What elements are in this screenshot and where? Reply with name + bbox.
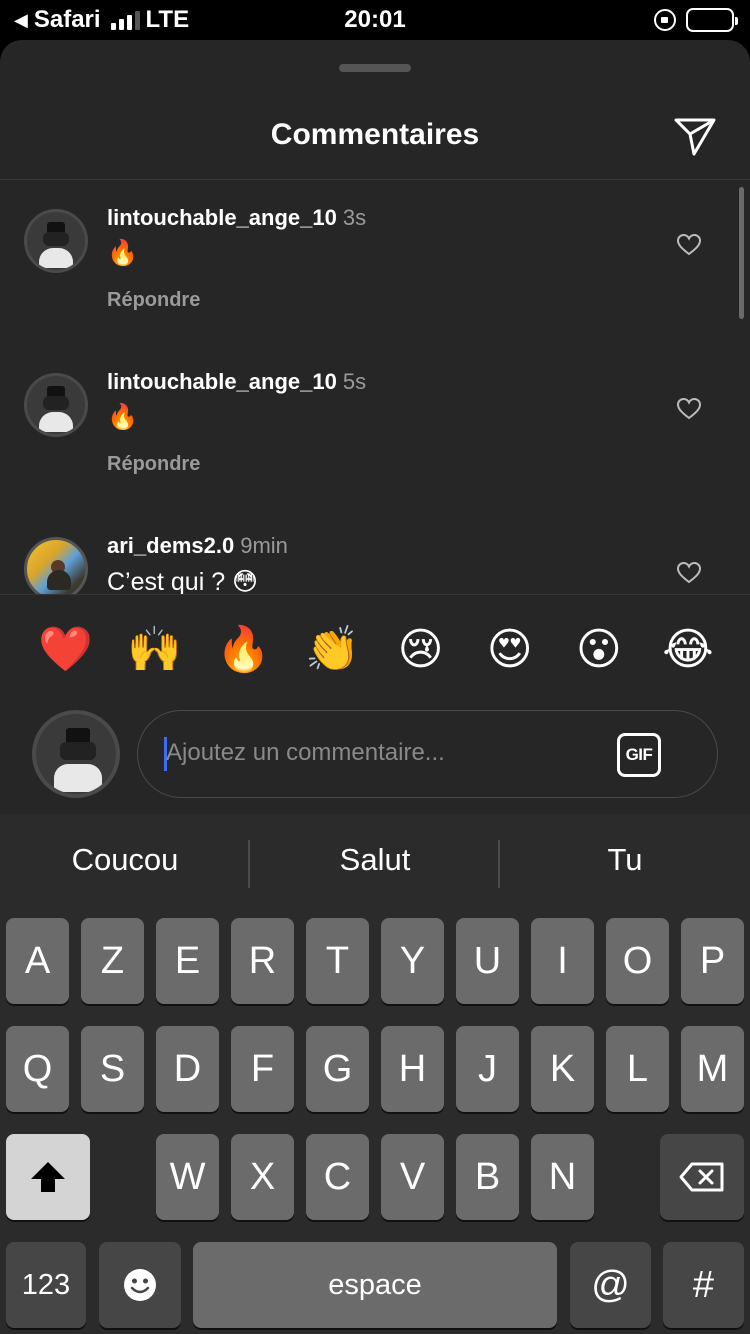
status-bar: ◀ Safari LTE 20:01 xyxy=(0,0,750,40)
comment-placeholder: Ajoutez un commentaire... xyxy=(166,739,445,766)
key-y[interactable]: Y xyxy=(381,918,444,1004)
key-r[interactable]: R xyxy=(231,918,294,1004)
comment-list[interactable]: lintouchable_ange_10 3s 🔥 Répondre lintou… xyxy=(0,181,750,594)
comment-header: ari_dems2.0 9min xyxy=(107,533,288,559)
username[interactable]: ari_dems2.0 xyxy=(107,533,234,558)
key-p[interactable]: P xyxy=(681,918,744,1004)
key-w[interactable]: W xyxy=(156,1134,219,1220)
key-e[interactable]: E xyxy=(156,918,219,1004)
comment-composer: Ajoutez un commentaire... GIF xyxy=(0,704,750,814)
sheet-header: Commentaires xyxy=(0,100,750,180)
keyboard: Coucou Salut Tu A Z E R T Y U I O P Q S … xyxy=(0,814,750,1334)
suggestion-1[interactable]: Coucou xyxy=(0,842,250,878)
avatar[interactable] xyxy=(24,209,88,273)
list-item: ari_dems2.0 9min C’est qui ? 😳 xyxy=(0,509,750,594)
gif-button[interactable]: GIF xyxy=(617,733,661,777)
clock: 20:01 xyxy=(344,6,406,33)
key-t[interactable]: T xyxy=(306,918,369,1004)
key-j[interactable]: J xyxy=(456,1026,519,1112)
reaction-clap[interactable]: 👏 xyxy=(305,624,360,676)
hash-key[interactable]: # xyxy=(663,1242,744,1328)
at-key[interactable]: @ xyxy=(570,1242,651,1328)
sheet-grabber[interactable] xyxy=(339,64,411,72)
reaction-laughing[interactable]: 😂 xyxy=(662,624,714,676)
key-l[interactable]: L xyxy=(606,1026,669,1112)
key-m[interactable]: M xyxy=(681,1026,744,1112)
comment-time: 5s xyxy=(342,369,367,394)
reaction-raised-hands[interactable]: 🙌 xyxy=(127,624,182,676)
numbers-key[interactable]: 123 xyxy=(6,1242,86,1328)
key-f[interactable]: F xyxy=(231,1026,294,1112)
key-u[interactable]: U xyxy=(456,918,519,1004)
comment-header: lintouchable_ange_10 5s xyxy=(107,369,366,395)
key-s[interactable]: S xyxy=(81,1026,144,1112)
emoji-face-icon xyxy=(124,1269,156,1301)
list-item: lintouchable_ange_10 3s 🔥 Répondre xyxy=(0,181,750,345)
key-c[interactable]: C xyxy=(306,1134,369,1220)
key-h[interactable]: H xyxy=(381,1026,444,1112)
reaction-heart-eyes[interactable]: 😍 xyxy=(484,624,536,676)
key-g[interactable]: G xyxy=(306,1026,369,1112)
heart-icon[interactable] xyxy=(676,397,702,421)
reaction-crying[interactable]: 😢 xyxy=(395,624,447,676)
key-x[interactable]: X xyxy=(231,1134,294,1220)
comment-header: lintouchable_ange_10 3s xyxy=(107,205,366,231)
shift-arrow-icon xyxy=(31,1162,65,1192)
comment-time: 9min xyxy=(240,533,288,558)
backspace-key[interactable] xyxy=(660,1134,744,1220)
paper-plane-icon[interactable] xyxy=(672,112,718,158)
reaction-heart[interactable]: ❤️ xyxy=(38,624,93,676)
reaction-surprised[interactable]: 😮 xyxy=(573,624,625,676)
key-a[interactable]: A xyxy=(6,918,69,1004)
key-o[interactable]: O xyxy=(606,918,669,1004)
key-i[interactable]: I xyxy=(531,918,594,1004)
shift-key[interactable] xyxy=(6,1134,90,1220)
key-n[interactable]: N xyxy=(531,1134,594,1220)
avatar xyxy=(32,710,120,798)
quick-reactions: ❤️ 🙌 🔥 👏 😢 😍 😮 😂 xyxy=(0,594,750,704)
username[interactable]: lintouchable_ange_10 xyxy=(107,205,337,230)
key-b[interactable]: B xyxy=(456,1134,519,1220)
reaction-fire[interactable]: 🔥 xyxy=(216,624,271,676)
key-z[interactable]: Z xyxy=(81,918,144,1004)
avatar[interactable] xyxy=(24,537,88,594)
suggestion-bar: Coucou Salut Tu xyxy=(0,814,750,914)
comment-text: C’est qui ? 😳 xyxy=(107,568,259,594)
comment-input[interactable]: Ajoutez un commentaire... GIF xyxy=(137,710,718,798)
heart-icon[interactable] xyxy=(676,561,702,585)
avatar[interactable] xyxy=(24,373,88,437)
page-title: Commentaires xyxy=(270,118,480,151)
list-item: lintouchable_ange_10 5s 🔥 Répondre xyxy=(0,345,750,509)
reply-button[interactable]: Répondre xyxy=(107,453,200,476)
space-key[interactable]: espace xyxy=(193,1242,557,1328)
orientation-lock-icon xyxy=(654,9,676,31)
key-q[interactable]: Q xyxy=(6,1026,69,1112)
suggestion-2[interactable]: Salut xyxy=(250,842,500,878)
suggestion-3[interactable]: Tu xyxy=(500,842,750,878)
backspace-icon xyxy=(679,1162,724,1192)
emoji-key[interactable] xyxy=(99,1242,181,1328)
key-v[interactable]: V xyxy=(381,1134,444,1220)
comment-text: 🔥 xyxy=(107,239,139,267)
status-icons xyxy=(654,8,738,32)
comment-time: 3s xyxy=(342,205,367,230)
comment-text: 🔥 xyxy=(107,403,139,431)
username[interactable]: lintouchable_ange_10 xyxy=(107,369,337,394)
battery-icon xyxy=(686,8,738,32)
comments-sheet: Commentaires lintouchable_ange_10 3s 🔥 Ré… xyxy=(0,40,750,814)
key-d[interactable]: D xyxy=(156,1026,219,1112)
reply-button[interactable]: Répondre xyxy=(107,289,200,312)
heart-icon[interactable] xyxy=(676,233,702,257)
key-k[interactable]: K xyxy=(531,1026,594,1112)
